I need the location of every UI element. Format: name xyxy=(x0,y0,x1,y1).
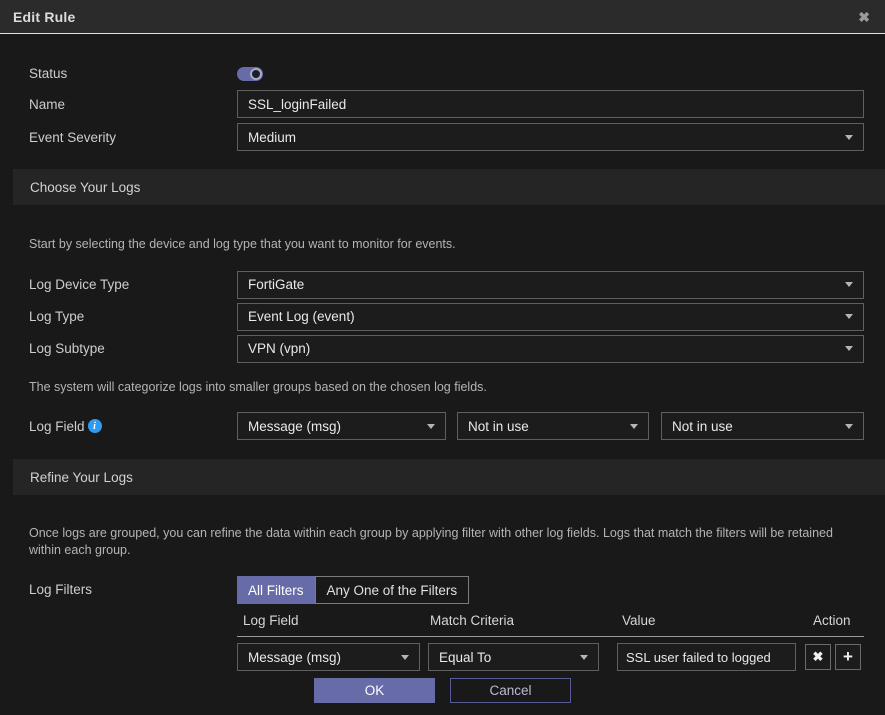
modal-footer: OK Cancel xyxy=(0,678,885,703)
modal-titlebar: Edit Rule ✖ xyxy=(0,0,885,34)
filter-match-criteria-value: Equal To xyxy=(439,650,491,665)
chevron-down-icon xyxy=(845,424,853,429)
device-type-value: FortiGate xyxy=(248,277,304,292)
log-field-select-1[interactable]: Message (msg) xyxy=(237,412,446,440)
status-label: Status xyxy=(29,66,237,81)
log-field-value-2: Not in use xyxy=(468,419,529,434)
severity-select[interactable]: Medium xyxy=(237,123,864,151)
refine-logs-header-text: Refine Your Logs xyxy=(30,470,133,485)
ok-button[interactable]: OK xyxy=(314,678,435,703)
log-field-select-2[interactable]: Not in use xyxy=(457,412,649,440)
device-type-select[interactable]: FortiGate xyxy=(237,271,864,299)
remove-filter-button[interactable]: ✖ xyxy=(805,644,831,670)
severity-row: Event Severity Medium xyxy=(29,123,864,151)
severity-value: Medium xyxy=(248,130,296,145)
status-toggle[interactable] xyxy=(237,67,263,81)
log-type-row: Log Type Event Log (event) xyxy=(29,303,864,331)
tab-all-filters[interactable]: All Filters xyxy=(237,576,315,604)
log-type-value: Event Log (event) xyxy=(248,309,355,324)
chevron-down-icon xyxy=(845,135,853,140)
log-subtype-row: Log Subtype VPN (vpn) xyxy=(29,335,864,363)
filter-log-field-select[interactable]: Message (msg) xyxy=(237,643,420,671)
name-row: Name xyxy=(29,90,864,118)
chevron-down-icon xyxy=(845,282,853,287)
refine-logs-intro: Once logs are grouped, you can refine th… xyxy=(29,525,844,558)
log-subtype-select[interactable]: VPN (vpn) xyxy=(237,335,864,363)
chevron-down-icon xyxy=(427,424,435,429)
choose-logs-header-text: Choose Your Logs xyxy=(30,180,140,195)
col-value: Value xyxy=(617,613,805,628)
group-note: The system will categorize logs into sma… xyxy=(29,379,844,396)
log-filters-row: Log Filters All Filters Any One of the F… xyxy=(29,576,864,671)
filter-mode-tabs: All Filters Any One of the Filters xyxy=(237,576,864,604)
info-icon[interactable]: i xyxy=(88,419,102,433)
refine-logs-section-header: Refine Your Logs xyxy=(13,459,885,495)
chevron-down-icon xyxy=(845,314,853,319)
filter-log-field-value: Message (msg) xyxy=(248,650,341,665)
log-type-label: Log Type xyxy=(29,309,237,324)
cancel-button[interactable]: Cancel xyxy=(450,678,571,703)
modal-title: Edit Rule xyxy=(13,9,75,25)
chevron-down-icon xyxy=(630,424,638,429)
filters-table: Log Field Match Criteria Value Action Me… xyxy=(237,613,864,671)
choose-logs-section-header: Choose Your Logs xyxy=(13,169,885,205)
log-filters-label: Log Filters xyxy=(29,576,237,597)
log-field-select-3[interactable]: Not in use xyxy=(661,412,864,440)
log-field-row: Log Field i Message (msg) Not in use Not… xyxy=(29,412,864,440)
remove-icon: ✖ xyxy=(813,649,824,665)
modal-body: Status Name Event Severity Medium Choose… xyxy=(0,34,885,703)
name-label: Name xyxy=(29,97,237,112)
add-icon: + xyxy=(843,647,853,667)
filter-value-input[interactable] xyxy=(617,643,796,671)
device-type-row: Log Device Type FortiGate xyxy=(29,271,864,299)
status-row: Status xyxy=(29,66,864,81)
filters-table-header: Log Field Match Criteria Value Action xyxy=(237,613,864,637)
chevron-down-icon xyxy=(580,655,588,660)
close-icon[interactable]: ✖ xyxy=(858,10,870,24)
log-field-value-1: Message (msg) xyxy=(248,419,341,434)
col-log-field: Log Field xyxy=(237,613,428,628)
log-subtype-value: VPN (vpn) xyxy=(248,341,310,356)
filter-match-criteria-select[interactable]: Equal To xyxy=(428,643,599,671)
filter-row: Message (msg) Equal To xyxy=(237,643,864,671)
log-field-label-text: Log Field xyxy=(29,419,85,434)
name-input[interactable] xyxy=(237,90,864,118)
log-field-label: Log Field i xyxy=(29,419,237,434)
col-action: Action xyxy=(805,613,864,628)
chevron-down-icon xyxy=(845,346,853,351)
tab-any-one-filters[interactable]: Any One of the Filters xyxy=(315,576,470,604)
col-match-criteria: Match Criteria xyxy=(428,613,617,628)
toggle-knob-icon xyxy=(250,68,262,80)
log-type-select[interactable]: Event Log (event) xyxy=(237,303,864,331)
log-subtype-label: Log Subtype xyxy=(29,341,237,356)
log-field-value-3: Not in use xyxy=(672,419,733,434)
chevron-down-icon xyxy=(401,655,409,660)
add-filter-button[interactable]: + xyxy=(835,644,861,670)
choose-logs-intro: Start by selecting the device and log ty… xyxy=(29,236,844,253)
severity-label: Event Severity xyxy=(29,130,237,145)
device-type-label: Log Device Type xyxy=(29,277,237,292)
